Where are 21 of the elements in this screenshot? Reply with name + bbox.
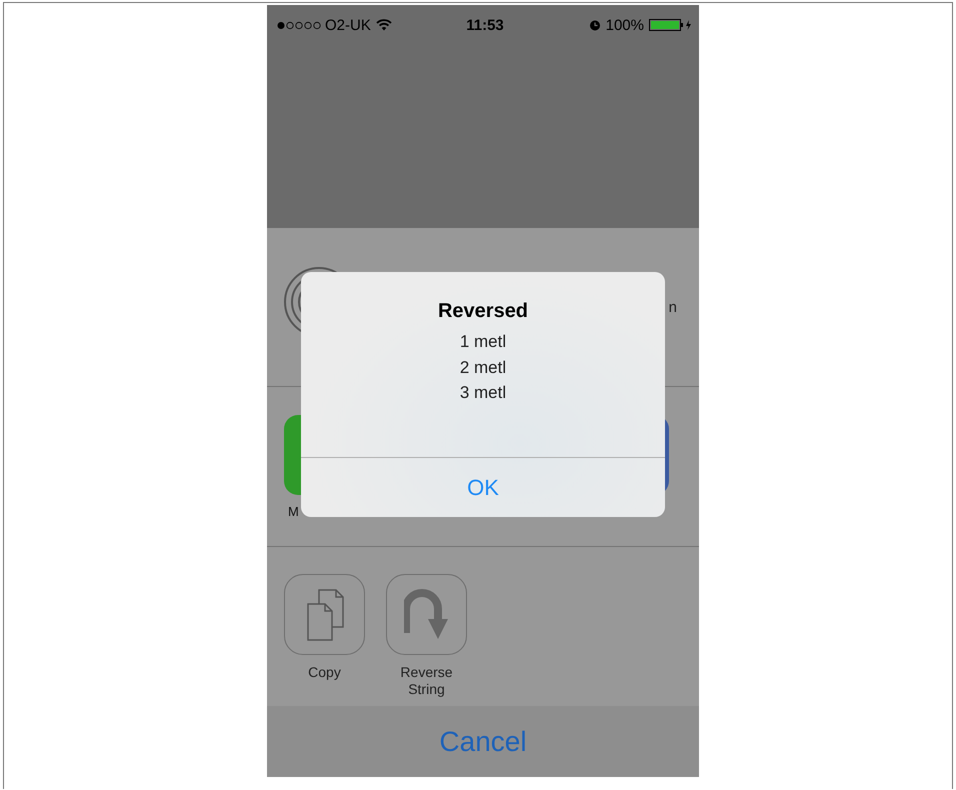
battery-percent: 100%	[606, 16, 644, 34]
airdrop-text: n	[668, 298, 677, 316]
wifi-icon	[376, 19, 392, 31]
documents-icon	[304, 588, 344, 640]
action-label: Reverse String	[399, 664, 454, 698]
alert-message-line: 2 metl	[460, 356, 506, 378]
alarm-icon	[588, 19, 601, 31]
carrier-name: O2-UK	[325, 16, 371, 34]
u-turn-arrow-icon	[404, 588, 450, 640]
ok-button[interactable]: OK	[301, 458, 665, 517]
reverse-button[interactable]	[386, 574, 467, 655]
action-label: Copy	[307, 664, 342, 681]
alert-message-line: 1 metl	[460, 331, 506, 353]
app-label: M	[287, 504, 300, 519]
battery-charging-icon	[648, 19, 693, 31]
signal-icon	[277, 20, 321, 30]
alert-message-line: 3 metl	[460, 382, 506, 404]
clock-time: 11:53	[466, 16, 504, 34]
cancel-button[interactable]: Cancel	[267, 706, 699, 777]
alert-title: Reversed	[438, 300, 528, 323]
copy-button[interactable]	[284, 574, 365, 655]
